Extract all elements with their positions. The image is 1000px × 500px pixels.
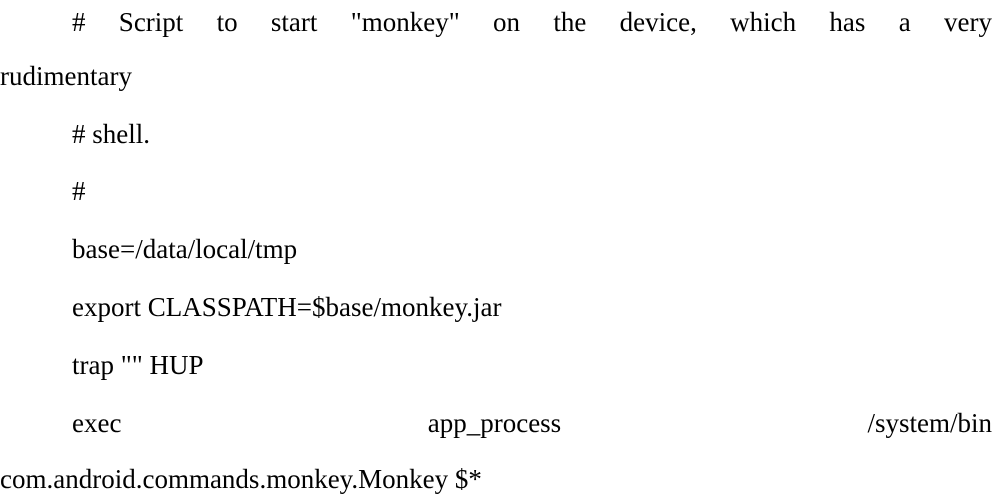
word: Script	[118, 7, 184, 37]
comment-line-shell: # shell.	[72, 119, 150, 149]
word: /system/bin	[867, 408, 992, 438]
word: which	[730, 7, 797, 37]
word: start	[270, 7, 318, 37]
comment-line-empty: #	[72, 176, 86, 206]
word: device,	[619, 7, 697, 37]
code-line-export-classpath: export CLASSPATH=$base/monkey.jar	[72, 292, 502, 322]
word: has	[829, 7, 866, 37]
code-line-monkey-class: com.android.commands.monkey.Monkey $*	[0, 464, 482, 494]
word: #	[72, 7, 86, 37]
comment-line-continuation: rudimentary	[0, 61, 132, 91]
word: "monkey"	[350, 7, 460, 37]
comment-line-script-description: # Script to start "monkey" on the device…	[72, 9, 992, 36]
word: to	[216, 7, 238, 37]
word: very	[943, 7, 992, 37]
word: the	[553, 7, 587, 37]
code-line-base: base=/data/local/tmp	[72, 234, 298, 264]
code-line-trap: trap "" HUP	[72, 350, 204, 380]
word: exec	[72, 408, 122, 438]
word: on	[493, 7, 521, 37]
code-line-exec: exec app_process /system/bin	[72, 410, 992, 437]
word: a	[898, 7, 911, 37]
word: app_process	[427, 408, 562, 438]
